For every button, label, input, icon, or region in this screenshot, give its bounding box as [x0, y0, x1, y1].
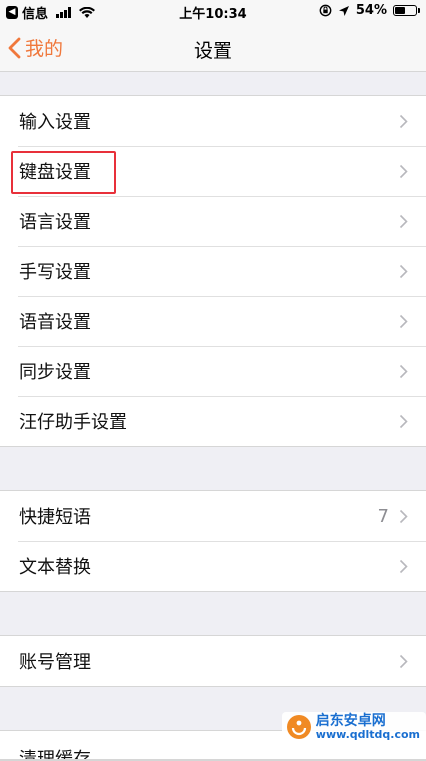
battery-icon	[393, 5, 420, 16]
settings-row-language[interactable]: 语言设置	[0, 196, 426, 246]
settings-row-keyboard[interactable]: 键盘设置	[0, 146, 426, 196]
chevron-right-icon	[399, 214, 408, 229]
chevron-right-icon	[399, 654, 408, 669]
chevron-right-icon	[399, 264, 408, 279]
row-label: 文本替换	[19, 557, 91, 578]
status-right: 54%	[319, 3, 420, 18]
row-label: 快捷短语	[19, 507, 91, 528]
row-label: 键盘设置	[19, 162, 91, 183]
chevron-right-icon	[399, 509, 408, 524]
settings-row-input[interactable]: 输入设置	[0, 96, 426, 146]
settings-row-text-replace[interactable]: 文本替换	[0, 541, 426, 591]
chevron-right-icon	[399, 364, 408, 379]
chevron-right-icon	[399, 559, 408, 574]
battery-percent: 54%	[355, 3, 387, 18]
row-label: 手写设置	[19, 262, 91, 283]
row-label: 输入设置	[19, 112, 91, 133]
settings-row-assistant[interactable]: 汪仔助手设置	[0, 396, 426, 446]
settings-row-voice[interactable]: 语音设置	[0, 296, 426, 346]
chevron-right-icon	[399, 164, 408, 179]
watermark-logo-icon	[286, 715, 311, 740]
chevron-right-icon	[399, 114, 408, 129]
watermark-url: www.qdltdq.com	[315, 727, 420, 741]
watermark-name: 启东安卓网	[315, 713, 386, 729]
watermark: 启东安卓网 www.qdltdq.com	[281, 712, 426, 743]
chevron-right-icon	[399, 314, 408, 329]
nav-bar: 我的 设置	[0, 24, 426, 72]
row-label: 账号管理	[19, 652, 91, 673]
row-label: 语言设置	[19, 212, 91, 233]
chevron-right-icon	[399, 414, 408, 429]
settings-group-input: 输入设置 键盘设置 语言设置 手写设置 语音设置 同步设置 汪仔助手设置	[0, 95, 426, 447]
row-label: 汪仔助手设置	[19, 412, 127, 433]
row-label: 同步设置	[19, 362, 91, 383]
row-label: 语音设置	[19, 312, 91, 333]
status-bar: ◀ 信息 上午10:34 54%	[0, 0, 426, 24]
orientation-lock-icon	[319, 4, 332, 17]
settings-row-handwriting[interactable]: 手写设置	[0, 246, 426, 296]
shortcut-count: 7	[377, 505, 389, 527]
settings-row-account[interactable]: 账号管理	[0, 636, 426, 686]
settings-row-sync[interactable]: 同步设置	[0, 346, 426, 396]
location-arrow-icon	[338, 5, 349, 16]
settings-group-text: 快捷短语 7 文本替换	[0, 490, 426, 592]
settings-group-account: 账号管理	[0, 635, 426, 687]
settings-row-shortcuts[interactable]: 快捷短语 7	[0, 491, 426, 541]
page-title: 设置	[193, 40, 232, 62]
